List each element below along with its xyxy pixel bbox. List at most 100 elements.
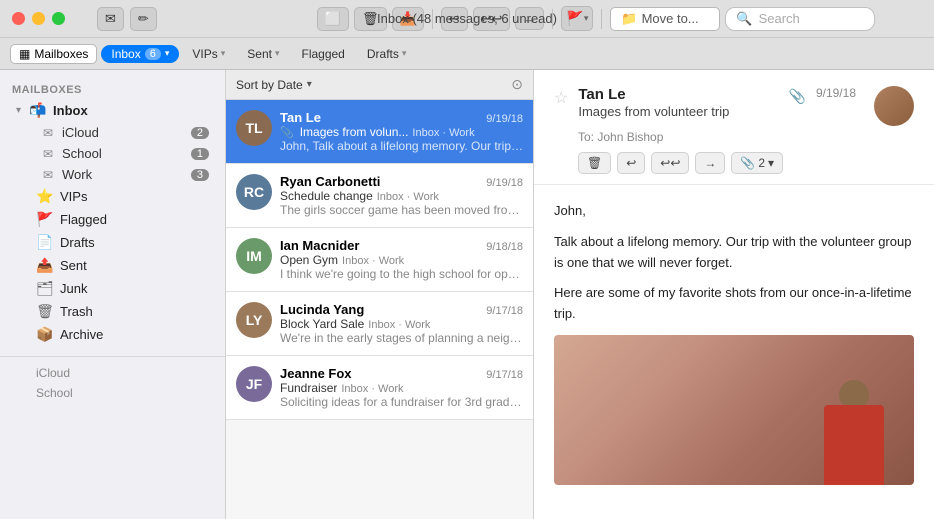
sidebar-item-work[interactable]: ✉ Work 3 [4,164,221,185]
avatar: JF [236,366,272,402]
filter-icon[interactable]: ⊙ [511,76,523,93]
sidebar-item-drafts[interactable]: 📄 Drafts [4,231,221,254]
vips-chevron-icon: ▾ [221,48,226,59]
email-to: To: John Bishop [554,130,914,144]
avatar: TL [236,110,272,146]
flagged-icon: 🚩 [36,211,54,228]
message-content: Ian Macnider9/18/18Open GymInbox · WorkI… [280,238,523,281]
email-delete-button[interactable]: 🗑 [578,152,611,174]
tab-mailboxes[interactable]: ▦ Mailboxes [10,44,97,64]
sort-button[interactable]: Sort by Date ▾ [236,78,312,92]
message-preview: I think we're going to the high school f… [280,267,523,281]
junk-folder-icon: 🗂 [36,280,54,297]
email-reply-all-button[interactable]: ↩↩ [651,152,689,174]
sidebar-item-sent[interactable]: 📤 Sent [4,254,221,277]
email-header: ☆ Tan Le Images from volunteer trip 📎 9/… [534,70,934,185]
message-item[interactable]: JFJeanne Fox9/17/18FundraiserInbox · Wor… [226,356,533,420]
message-content: Ryan Carbonetti9/19/18Schedule changeInb… [280,174,523,217]
message-date: 9/17/18 [486,305,523,317]
sidebar-item-icloud2[interactable]: iCloud [4,363,221,383]
delete-icon: 🗑 [587,156,602,170]
inbox-icon: 📬 [29,102,47,119]
sidebar-item-archive[interactable]: 📦 Archive [4,323,221,346]
titlebar-tools: ✉ ✏ [97,7,157,31]
archive-folder-icon: 📦 [36,326,54,343]
maximize-button[interactable] [52,12,65,25]
email-para1: Talk about a lifelong memory. Our trip w… [554,232,914,274]
tab-inbox[interactable]: Inbox 6 ▾ [101,45,179,63]
sidebar: Mailboxes ▾ 📬 Inbox ✉ iCloud 2 ✉ School … [0,70,226,519]
message-date: 9/19/18 [486,113,523,125]
message-item[interactable]: IMIan Macnider9/18/18Open GymInbox · Wor… [226,228,533,292]
archive-toolbar-button[interactable]: ⬜ [317,7,349,31]
sidebar-item-junk[interactable]: 🗂 Junk [4,277,221,300]
message-preview: Soliciting ideas for a fundraiser for 3r… [280,395,523,409]
message-sender: Jeanne Fox [280,366,480,381]
flag-icon: 🚩 [566,10,583,27]
message-item[interactable]: LYLucinda Yang9/17/18Block Yard SaleInbo… [226,292,533,356]
avatar: IM [236,238,272,274]
email-image [554,335,914,485]
sidebar-item-inbox[interactable]: ▾ 📬 Inbox [4,99,221,122]
school-icon: ✉ [40,147,56,161]
message-preview: The girls soccer game has been moved fro… [280,203,523,217]
minimize-button[interactable] [32,12,45,25]
tab-sent[interactable]: Sent ▾ [238,44,288,64]
flag-button[interactable]: 🚩 ▾ [561,6,593,31]
attachment-clip-icon: 📎 [280,126,294,139]
message-subject: 📎Images from volun...Inbox · Work [280,125,523,139]
sidebar-item-flagged[interactable]: 🚩 Flagged [4,208,221,231]
message-content: Tan Le9/19/18📎Images from volun...Inbox … [280,110,523,153]
sidebar-bottom-section: iCloud School [0,356,225,403]
vips-star-icon: ⭐ [36,188,54,205]
sidebar-item-vips[interactable]: ⭐ VIPs [4,185,221,208]
reading-pane: ☆ Tan Le Images from volunteer trip 📎 9/… [534,70,934,519]
attachment-chevron-icon: ▾ [768,156,774,170]
search-box[interactable]: 🔍 Search [725,7,875,31]
sidebar-item-school[interactable]: ✉ School 1 [4,143,221,164]
star-button[interactable]: ☆ [554,88,568,108]
sent-chevron-icon: ▾ [275,48,280,59]
email-attachment-button[interactable]: 📎 2 ▾ [731,152,783,174]
forward-icon: → [704,156,716,170]
avatar: LY [236,302,272,338]
compose-new-button[interactable]: ✏ [130,7,157,31]
message-content: Lucinda Yang9/17/18Block Yard SaleInbox … [280,302,523,345]
message-date: 9/19/18 [486,177,523,189]
email-header-top: ☆ Tan Le Images from volunteer trip 📎 9/… [554,86,914,126]
sidebar-item-school2[interactable]: School [4,383,221,403]
message-list: Sort by Date ▾ ⊙ TLTan Le9/19/18📎Images … [226,70,534,519]
message-item[interactable]: TLTan Le9/19/18📎Images from volun...Inbo… [226,100,533,164]
drafts-chevron-icon: ▾ [402,48,407,59]
tabbar: ▦ Mailboxes Inbox 6 ▾ VIPs ▾ Sent ▾ Flag… [0,38,934,70]
move-to-button[interactable]: 📁 Move to... [610,7,720,31]
message-tags: Inbox · Work [412,127,474,139]
email-subject: Images from volunteer trip [578,104,778,119]
close-button[interactable] [12,12,25,25]
email-forward-button[interactable]: → [695,152,725,174]
email-reply-button[interactable]: ↩ [617,152,645,174]
sidebar-item-icloud[interactable]: ✉ iCloud 2 [4,122,221,143]
tab-vips[interactable]: VIPs ▾ [183,44,234,64]
search-icon: 🔍 [736,11,752,27]
sidebar-item-trash[interactable]: 🗑 Trash [4,300,221,323]
message-sender: Lucinda Yang [280,302,480,317]
tab-drafts[interactable]: Drafts ▾ [358,44,416,64]
avatar [874,86,914,126]
compose-button[interactable]: ✉ [97,7,124,31]
message-list-body: TLTan Le9/19/18📎Images from volun...Inbo… [226,100,533,519]
inbox-chevron-icon: ▾ [165,48,170,59]
icloud-icon: ✉ [40,126,56,140]
reply-all-icon: ↩↩ [660,156,680,170]
email-body: John, Talk about a lifelong memory. Our … [534,185,934,519]
inbox-badge: 6 [145,48,161,60]
titlebar-title: Inbox (48 messages, 6 unread) [377,11,557,26]
sent-icon: 📤 [36,257,54,274]
email-date: 9/19/18 [816,86,856,100]
message-item[interactable]: RCRyan Carbonetti9/19/18Schedule changeI… [226,164,533,228]
tab-flagged[interactable]: Flagged [292,44,353,64]
archive-icon: ⬜ [325,11,341,27]
trash-folder-icon: 🗑 [36,303,54,320]
message-content: Jeanne Fox9/17/18FundraiserInbox · WorkS… [280,366,523,409]
image-figure [814,355,894,485]
